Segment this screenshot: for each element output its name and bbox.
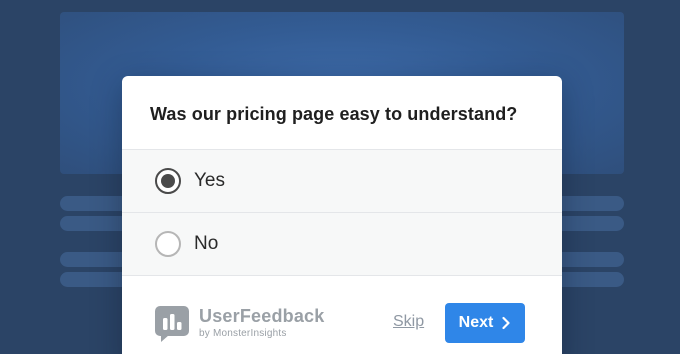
next-button[interactable]: Next [445, 303, 525, 343]
option-label: Yes [194, 170, 225, 191]
radio-no[interactable] [155, 231, 181, 257]
userfeedback-logo-icon [155, 306, 189, 342]
radio-yes[interactable] [155, 168, 181, 194]
survey-modal: Was our pricing page easy to understand?… [122, 76, 562, 354]
option-no[interactable]: No [122, 213, 562, 276]
chevron-right-icon [502, 316, 510, 330]
option-yes[interactable]: Yes [122, 150, 562, 213]
option-label: No [194, 233, 219, 254]
brand-name: UserFeedback [199, 306, 325, 326]
survey-options: Yes No [122, 149, 562, 276]
next-button-label: Next [458, 314, 494, 331]
brand-logo: UserFeedback by MonsterInsights [155, 306, 324, 342]
brand-subtitle: by MonsterInsights [199, 328, 287, 339]
skip-link[interactable]: Skip [393, 313, 424, 331]
survey-question: Was our pricing page easy to understand? [150, 104, 518, 124]
